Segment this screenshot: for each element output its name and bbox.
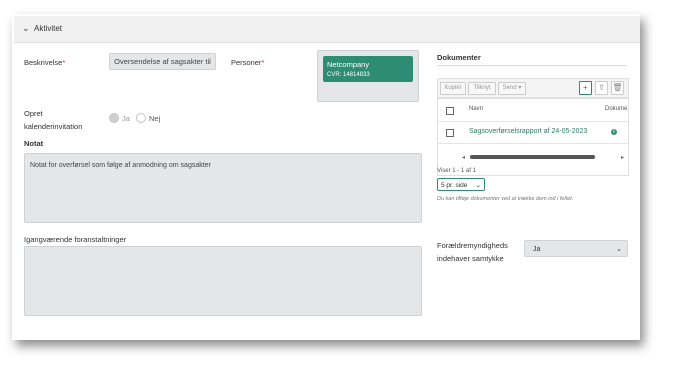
grid-header-row: Navn Dokume <box>438 99 628 122</box>
panel-header[interactable]: ⌄ Aktivitet <box>14 16 640 43</box>
page-size-value: 5 pr. side <box>441 182 468 189</box>
plus-icon[interactable]: + <box>579 81 592 95</box>
upload-icon[interactable]: ⇪ <box>595 81 608 95</box>
personer-field[interactable]: Netcompany CVR: 14814833 <box>317 50 419 102</box>
opret-label: Opret <box>24 109 43 118</box>
notat-textarea[interactable]: Notat for overførsel som følge af anmodn… <box>24 153 422 223</box>
radio-nej-label: Nej <box>149 114 161 123</box>
beskrivelse-field[interactable]: Oversendelse af sagsakter til <box>109 53 216 70</box>
scroll-left-arrow[interactable]: ◂ <box>462 154 465 161</box>
kopier-button[interactable]: Kopiér <box>440 82 466 95</box>
radio-ja-label: Ja <box>122 114 130 123</box>
beskrivelse-label: Beskrivelse* <box>24 58 65 67</box>
required-mark: * <box>261 58 265 67</box>
radio-nej[interactable] <box>136 113 146 123</box>
document-link[interactable]: Sagsoverførselsrapport af 24-05-2023 <box>469 128 587 135</box>
scroll-right-arrow[interactable]: ▸ <box>621 154 624 161</box>
igang-label: Igangværende foranstaltninger <box>24 235 127 244</box>
horizontal-scrollbar[interactable] <box>470 155 595 159</box>
trash-icon[interactable]: 🗑 <box>611 81 624 95</box>
chevron-down-icon: ⌄ <box>616 246 622 253</box>
select-all-checkbox[interactable] <box>446 107 454 115</box>
igang-textarea[interactable] <box>24 246 422 316</box>
foraeldre-value: Ja <box>533 246 541 253</box>
documents-toolbar: Kopiér Tilknyt Send ▾ + ⇪ 🗑 <box>437 78 629 98</box>
person-cvr: CVR: 14814833 <box>327 72 370 78</box>
personer-label: Personer* <box>231 58 264 67</box>
row-checkbox[interactable] <box>446 129 454 137</box>
dokumenter-title: Dokumenter <box>437 53 481 62</box>
notat-text: Notat for overførsel som følge af anmodn… <box>30 162 211 169</box>
tilknyt-button[interactable]: Tilknyt <box>468 82 496 95</box>
chevron-down-icon: ⌄ <box>475 182 481 189</box>
beskrivelse-label-text: Beskrivelse <box>24 58 63 67</box>
foraeldre-label-1: Forældremyndigheds <box>437 241 508 250</box>
documents-grid: Navn Dokume Sagsoverførselsrapport af 24… <box>437 98 629 176</box>
person-chip[interactable]: Netcompany CVR: 14814833 <box>323 56 413 82</box>
required-mark: * <box>62 58 66 67</box>
kalender-label: kalenderinvitation <box>24 122 83 131</box>
divider <box>437 65 627 66</box>
activity-panel: ⌄ Aktivitet Beskrivelse* Oversendelse af… <box>14 16 640 338</box>
personer-label-text: Personer <box>231 58 262 67</box>
drag-hint: Du kan tilføje dokumenter ved at trække … <box>437 196 574 202</box>
notat-label: Notat <box>24 139 44 148</box>
viser-text: Viser 1 - 1 af 1 <box>437 168 476 174</box>
col-navn[interactable]: Navn <box>469 106 483 112</box>
foraeldre-label-2: indehaver samtykke <box>437 254 504 263</box>
table-row[interactable]: Sagsoverførselsrapport af 24-05-2023 i <box>438 121 628 144</box>
info-icon[interactable]: i <box>611 129 617 135</box>
radio-ja[interactable] <box>109 113 119 123</box>
send-button[interactable]: Send ▾ <box>498 82 526 95</box>
col-dokument[interactable]: Dokume <box>605 106 627 112</box>
person-name: Netcompany <box>327 60 370 69</box>
panel-title: Aktivitet <box>34 24 63 33</box>
chevron-down-icon[interactable]: ⌄ <box>22 23 30 34</box>
page-size-select[interactable]: 5 pr. side ⌄ <box>437 178 485 191</box>
foraeldre-select[interactable]: Ja ⌄ <box>524 240 628 257</box>
